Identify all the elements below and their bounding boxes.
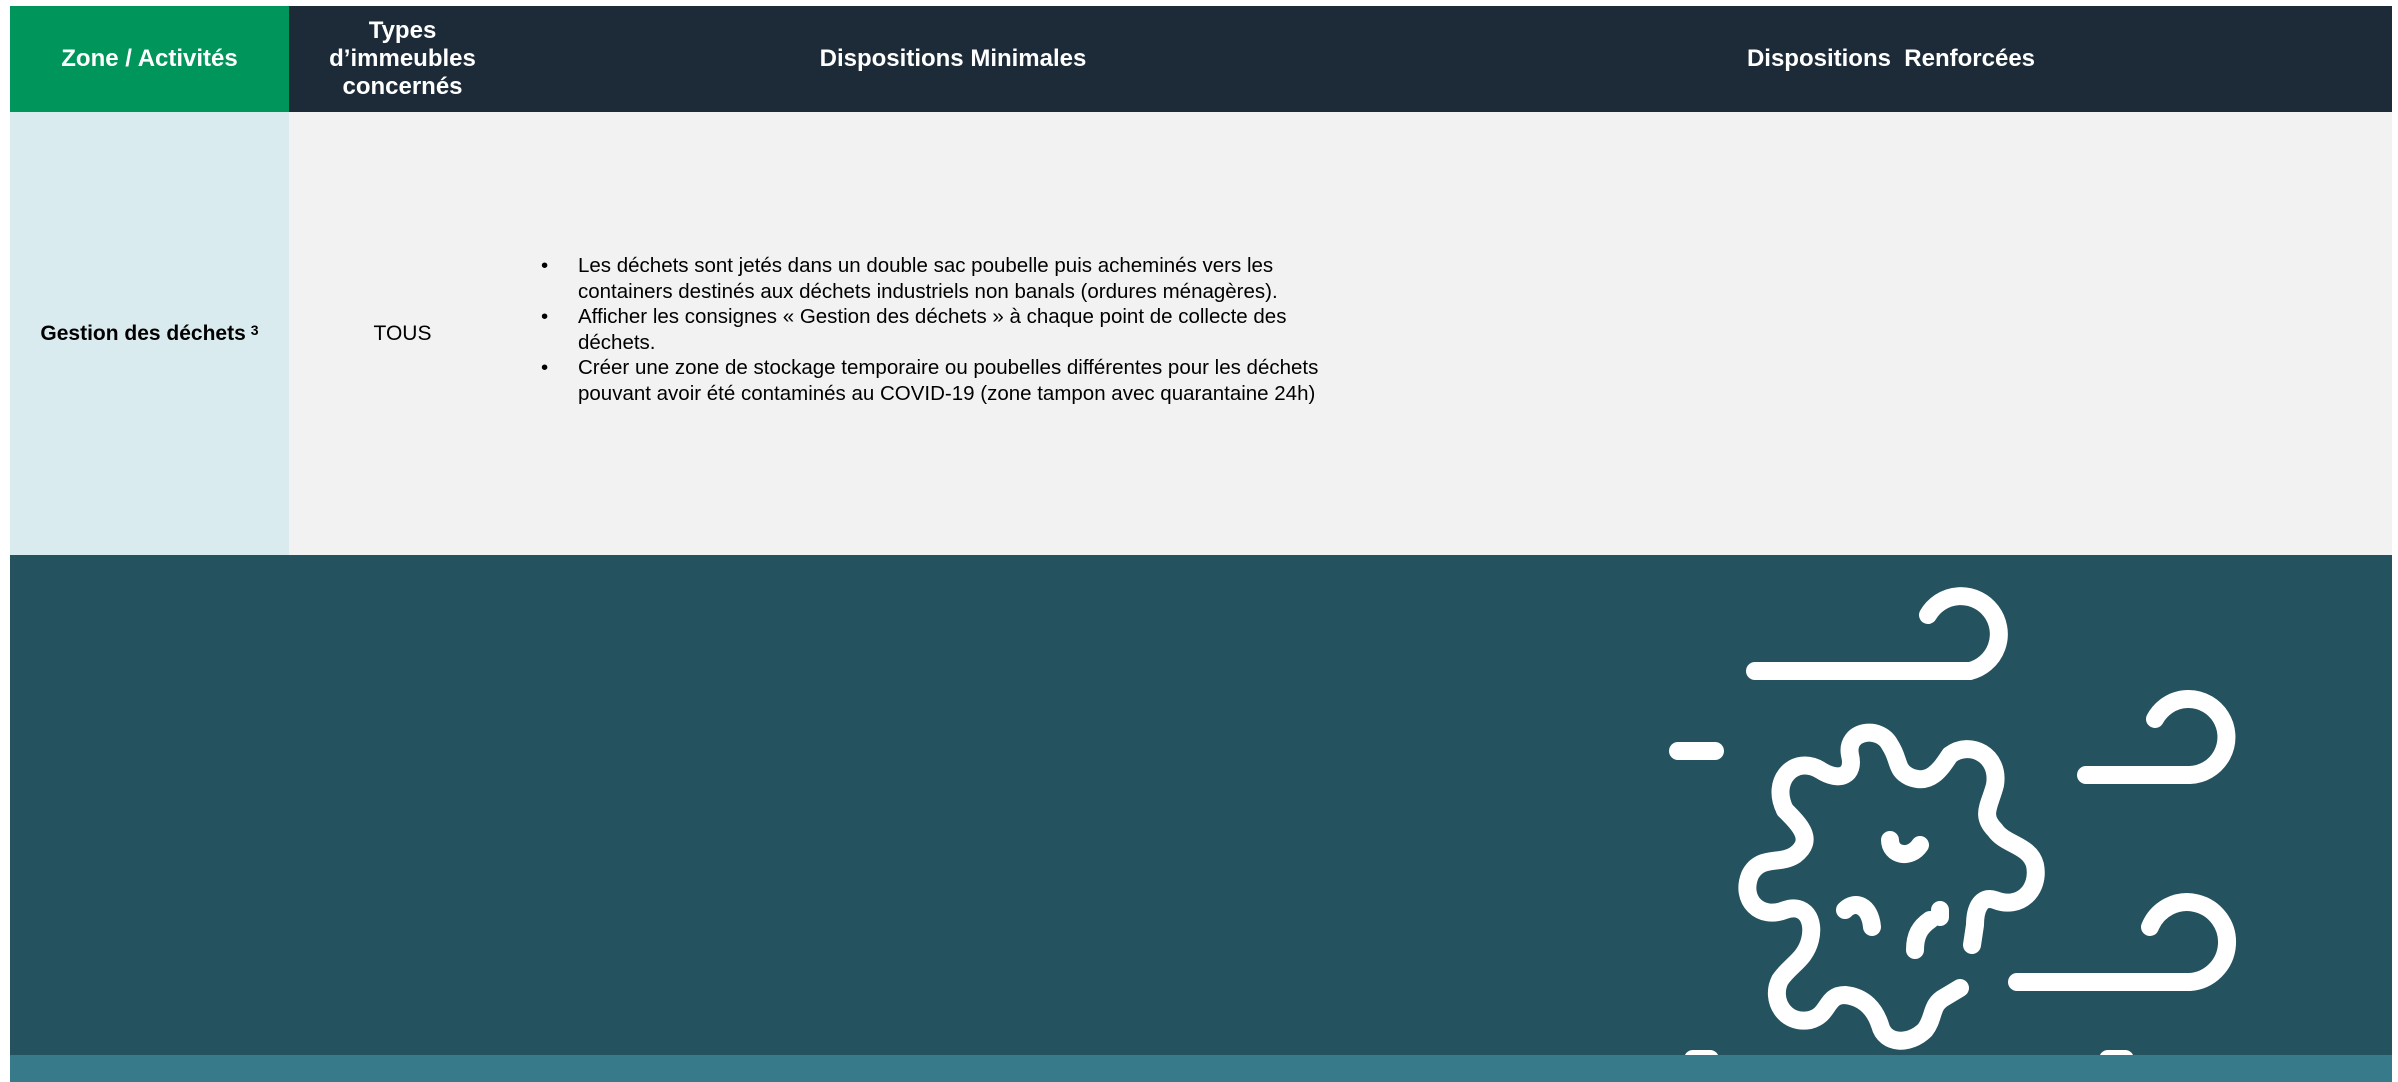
list-item: Afficher les consignes « Gestion des déc… — [536, 304, 1366, 355]
header-dispositions-minimales: Dispositions Minimales — [516, 6, 1390, 112]
page: Zone / Activités Types d’immeubles conce… — [10, 6, 2392, 1082]
cell-dispositions-minimales: Les déchets sont jetés dans un double sa… — [516, 112, 1390, 555]
cell-dispositions-renforcees — [1390, 112, 2392, 555]
decorative-band — [10, 555, 2392, 1055]
list-item: Les déchets sont jetés dans un double sa… — [536, 253, 1366, 304]
virus-wind-icon — [1669, 587, 2236, 1055]
minimales-list: Les déchets sont jetés dans un double sa… — [536, 253, 1366, 406]
list-item: Créer une zone de stockage temporaire ou… — [536, 355, 1366, 406]
zone-label: Gestion des déchets — [40, 321, 246, 345]
header-minimales-label: Dispositions Minimales — [819, 45, 1087, 72]
header-types-immeubles: Types d’immeubles concernés — [289, 6, 516, 112]
footnote-marker: 3 — [250, 321, 259, 338]
header-dispositions-renforcees: Dispositions Renforcées — [1390, 6, 2392, 112]
decorative-strip — [10, 1055, 2392, 1082]
types-value: TOUS — [373, 321, 432, 345]
header-renforcees-label: Dispositions Renforcées — [1746, 45, 2036, 72]
header-zone-label: Zone / Activités — [61, 45, 238, 72]
cell-types: TOUS — [289, 112, 516, 555]
cell-zone: Gestion des déchets 3 — [10, 112, 289, 555]
header-zone-activites: Zone / Activités — [10, 6, 289, 112]
header-types-label: Types d’immeubles concernés — [329, 17, 476, 100]
